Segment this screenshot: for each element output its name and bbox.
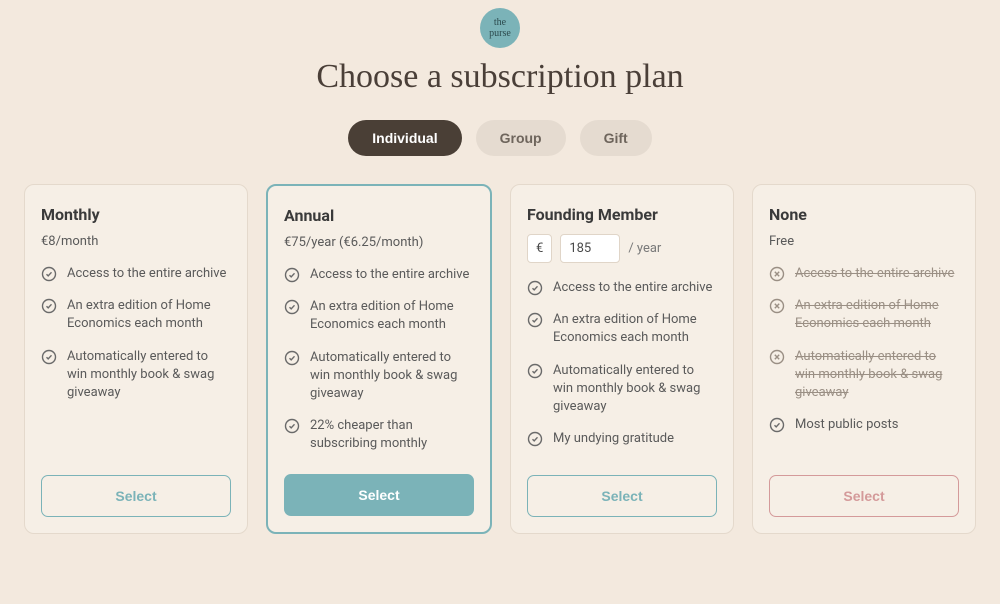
check-circle-icon	[41, 266, 57, 282]
logo-text: the purse	[489, 17, 511, 39]
toggle-gift[interactable]: Gift	[580, 120, 652, 156]
check-circle-icon	[284, 350, 300, 366]
plan-monthly: Monthly €8/month Access to the entire ar…	[24, 184, 248, 534]
check-circle-icon	[527, 431, 543, 447]
plan-annual: Annual €75/year (€6.25/month) Access to …	[266, 184, 492, 534]
x-circle-icon	[769, 349, 785, 365]
feature-text: Automatically entered to win monthly boo…	[553, 362, 717, 417]
feature-item: Automatically entered to win monthly boo…	[284, 349, 474, 404]
feature-item: Access to the entire archive	[284, 266, 474, 284]
feature-list: Access to the entire archive An extra ed…	[41, 265, 231, 455]
plan-price: Free	[769, 234, 959, 249]
plan-name: Monthly	[41, 205, 231, 224]
check-circle-icon	[284, 267, 300, 283]
feature-list: Access to the entire archive An extra ed…	[769, 265, 959, 455]
plan-name: Founding Member	[527, 205, 717, 224]
feature-text: Automatically entered to win monthly boo…	[310, 349, 474, 404]
plans-grid: Monthly €8/month Access to the entire ar…	[0, 184, 1000, 534]
feature-item: An extra edition of Home Economics each …	[41, 297, 231, 333]
check-circle-icon	[527, 312, 543, 328]
feature-text: An extra edition of Home Economics each …	[310, 298, 474, 334]
feature-item: Automatically entered to win monthly boo…	[527, 362, 717, 417]
plan-name: Annual	[284, 206, 474, 225]
select-none-button[interactable]: Select	[769, 475, 959, 517]
feature-text: Most public posts	[795, 416, 898, 434]
select-founding-button[interactable]: Select	[527, 475, 717, 517]
x-circle-icon	[769, 266, 785, 282]
feature-item: An extra edition of Home Economics each …	[527, 311, 717, 347]
plan-none: None Free Access to the entire archive A…	[752, 184, 976, 534]
feature-item: Access to the entire archive	[41, 265, 231, 283]
feature-item: My undying gratitude	[527, 430, 717, 448]
feature-text: Access to the entire archive	[310, 266, 469, 284]
check-circle-icon	[284, 418, 300, 434]
check-circle-icon	[284, 299, 300, 315]
feature-text: Access to the entire archive	[67, 265, 226, 283]
feature-text: Access to the entire archive	[553, 279, 712, 297]
feature-list: Access to the entire archive An extra ed…	[284, 266, 474, 454]
plan-founding: Founding Member € 185 / year Access to t…	[510, 184, 734, 534]
currency-label: €	[527, 234, 552, 263]
custom-price-row: € 185 / year	[527, 234, 717, 263]
feature-text: My undying gratitude	[553, 430, 674, 448]
check-circle-icon	[527, 363, 543, 379]
feature-item-excluded: Automatically entered to win monthly boo…	[769, 348, 959, 403]
check-circle-icon	[769, 417, 785, 433]
feature-text: Automatically entered to win monthly boo…	[67, 348, 231, 403]
check-circle-icon	[41, 298, 57, 314]
feature-text: An extra edition of Home Economics each …	[67, 297, 231, 333]
feature-item-excluded: Access to the entire archive	[769, 265, 959, 283]
feature-item: Most public posts	[769, 416, 959, 434]
feature-item: Automatically entered to win monthly boo…	[41, 348, 231, 403]
plan-type-toggle: Individual Group Gift	[0, 120, 1000, 156]
x-circle-icon	[769, 298, 785, 314]
feature-item: 22% cheaper than subscribing monthly	[284, 417, 474, 453]
feature-text: Access to the entire archive	[795, 265, 954, 283]
plan-name: None	[769, 205, 959, 224]
feature-list: Access to the entire archive An extra ed…	[527, 279, 717, 455]
feature-text: 22% cheaper than subscribing monthly	[310, 417, 474, 453]
toggle-group[interactable]: Group	[476, 120, 566, 156]
check-circle-icon	[41, 349, 57, 365]
amount-input[interactable]: 185	[560, 234, 620, 263]
feature-item-excluded: An extra edition of Home Economics each …	[769, 297, 959, 333]
feature-item: An extra edition of Home Economics each …	[284, 298, 474, 334]
plan-price: €8/month	[41, 234, 231, 249]
feature-item: Access to the entire archive	[527, 279, 717, 297]
plan-price: €75/year (€6.25/month)	[284, 235, 474, 250]
toggle-individual[interactable]: Individual	[348, 120, 461, 156]
period-label: / year	[628, 241, 661, 256]
select-monthly-button[interactable]: Select	[41, 475, 231, 517]
feature-text: An extra edition of Home Economics each …	[553, 311, 717, 347]
feature-text: An extra edition of Home Economics each …	[795, 297, 959, 333]
brand-logo: the purse	[480, 8, 520, 48]
page-title: Choose a subscription plan	[0, 58, 1000, 96]
select-annual-button[interactable]: Select	[284, 474, 474, 516]
feature-text: Automatically entered to win monthly boo…	[795, 348, 959, 403]
check-circle-icon	[527, 280, 543, 296]
